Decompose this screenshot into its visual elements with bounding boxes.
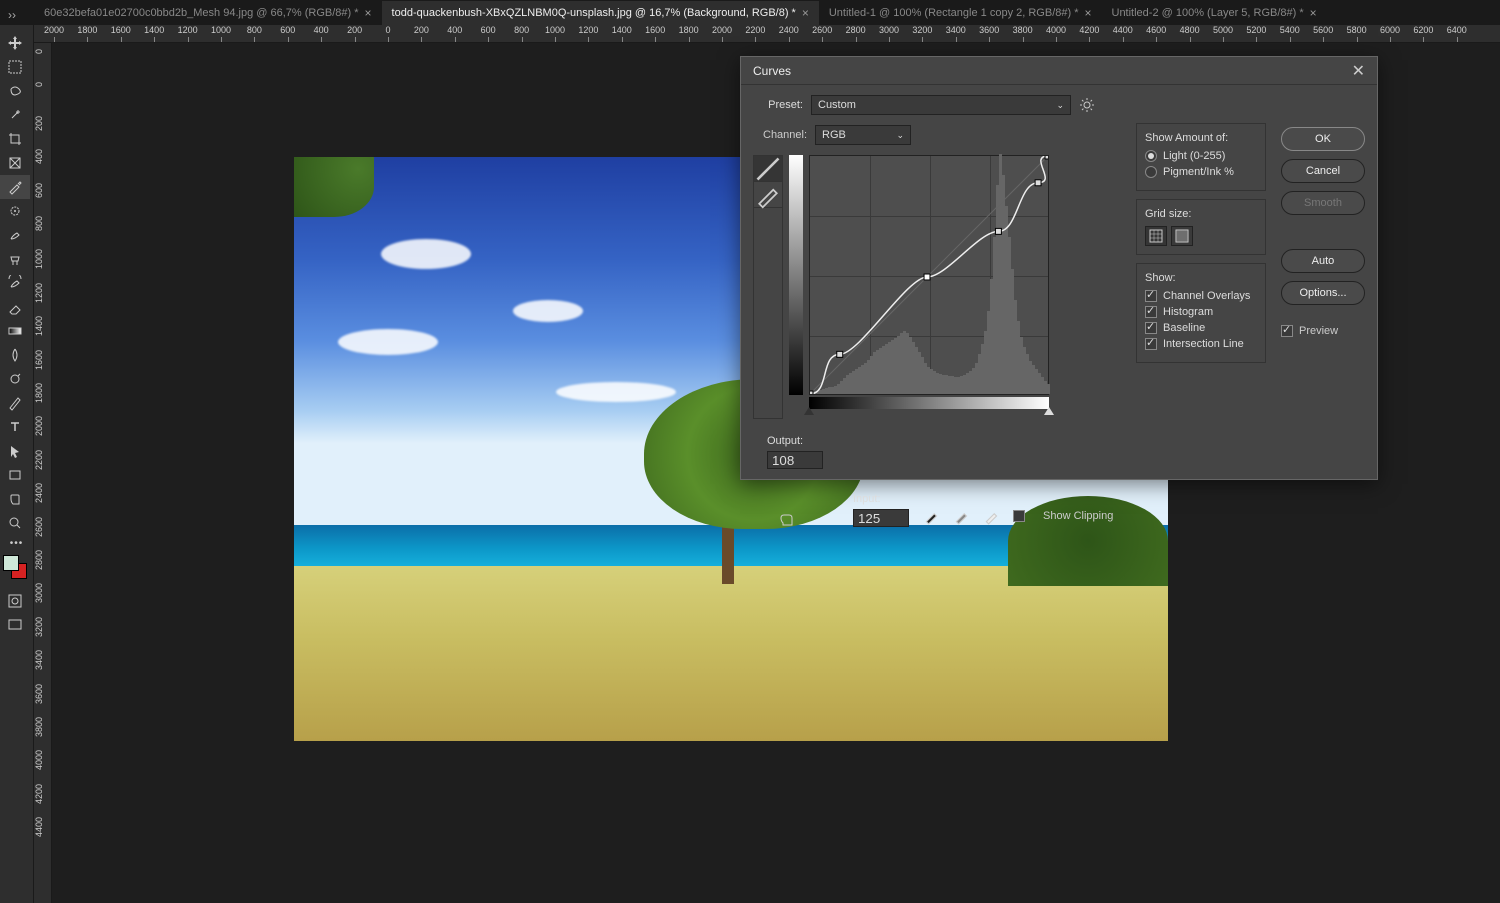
document-tabs: 60e32befa01e02700c0bbd2b_Mesh 94.jpg @ 6… (34, 0, 1500, 25)
path-select-tool[interactable] (0, 439, 30, 463)
clone-tool[interactable] (0, 247, 30, 271)
input-gradient (809, 397, 1049, 409)
history-brush-tool[interactable] (0, 271, 30, 295)
hand-tool[interactable] (0, 487, 30, 511)
document-tab[interactable]: Untitled-1 @ 100% (Rectangle 1 copy 2, R… (819, 1, 1102, 25)
frame-tool[interactable] (0, 151, 30, 175)
smooth-button[interactable]: Smooth (1281, 191, 1365, 215)
dialog-title: Curves (753, 64, 791, 78)
curve-pencil-tool[interactable] (754, 182, 782, 208)
gray-eyedropper-icon[interactable] (953, 507, 971, 525)
expand-panels-icon[interactable]: ›› (8, 8, 16, 22)
show-option-checkbox[interactable] (1145, 338, 1157, 350)
foreground-color[interactable] (3, 555, 19, 571)
preset-label: Preset: (753, 99, 803, 111)
toolbox: ••• (0, 25, 34, 903)
close-icon[interactable]: ✕ (1352, 61, 1365, 81)
document-tab[interactable]: 60e32befa01e02700c0bbd2b_Mesh 94.jpg @ 6… (34, 1, 382, 25)
zoom-tool[interactable] (0, 511, 30, 535)
input-field[interactable] (853, 509, 909, 527)
show-label: Show: (1145, 272, 1257, 284)
eyedropper-tool[interactable] (0, 175, 30, 199)
show-clipping-label: Show Clipping (1043, 510, 1113, 522)
crop-tool[interactable] (0, 127, 30, 151)
blur-tool[interactable] (0, 343, 30, 367)
input-label: Input: (853, 493, 881, 505)
output-field[interactable] (767, 451, 823, 469)
document-tab[interactable]: Untitled-2 @ 100% (Layer 5, RGB/8#) *× (1102, 1, 1327, 25)
document-tab[interactable]: todd-quackenbush-XBxQZLNBM0Q-unsplash.jp… (382, 1, 819, 25)
pigment-radio[interactable] (1145, 166, 1157, 178)
grid-10x10-button[interactable] (1171, 226, 1193, 246)
eraser-tool[interactable] (0, 295, 30, 319)
grid-size-label: Grid size: (1145, 208, 1257, 220)
rectangle-tool[interactable] (0, 463, 30, 487)
move-tool[interactable] (0, 31, 30, 55)
screen-mode-icon[interactable] (0, 613, 30, 637)
curve-point-tool[interactable] (754, 156, 782, 182)
spot-heal-tool[interactable] (0, 199, 30, 223)
ok-button[interactable]: OK (1281, 127, 1365, 151)
black-point-slider[interactable] (804, 407, 814, 415)
lasso-tool[interactable] (0, 79, 30, 103)
gear-icon[interactable] (1079, 97, 1095, 113)
brush-tool[interactable] (0, 223, 30, 247)
type-tool[interactable] (0, 415, 30, 439)
close-icon[interactable]: × (802, 6, 809, 20)
white-point-slider[interactable] (1044, 407, 1054, 415)
pen-tool[interactable] (0, 391, 30, 415)
curves-dialog: Curves ✕ Preset: Custom⌄ Channel: RGB⌄ (740, 56, 1378, 480)
white-eyedropper-icon[interactable] (983, 507, 1001, 525)
output-gradient (789, 155, 803, 395)
output-label: Output: (767, 435, 803, 447)
cancel-button[interactable]: Cancel (1281, 159, 1365, 183)
color-swatches[interactable] (3, 555, 31, 583)
magic-wand-tool[interactable] (0, 103, 30, 127)
channel-label: Channel: (763, 129, 807, 141)
curve-grid[interactable] (809, 155, 1049, 395)
preset-dropdown[interactable]: Custom⌄ (811, 95, 1071, 115)
quick-mask-icon[interactable] (0, 589, 30, 613)
show-clipping-checkbox[interactable] (1013, 510, 1025, 522)
show-option-checkbox[interactable] (1145, 290, 1157, 302)
edit-toolbar-icon[interactable]: ••• (3, 538, 31, 549)
horizontal-ruler: 2000180016001400120010008006004002000200… (34, 25, 1500, 43)
scrubby-slider-icon[interactable] (777, 511, 797, 532)
show-option-checkbox[interactable] (1145, 322, 1157, 334)
options-button[interactable]: Options... (1281, 281, 1365, 305)
show-amount-label: Show Amount of: (1145, 132, 1257, 144)
dodge-tool[interactable] (0, 367, 30, 391)
vertical-ruler: 0020040060080010001200140016001800200022… (34, 43, 52, 903)
grid-4x4-button[interactable] (1145, 226, 1167, 246)
rect-marquee-tool[interactable] (0, 55, 30, 79)
preview-checkbox[interactable] (1281, 325, 1293, 337)
gradient-tool[interactable] (0, 319, 30, 343)
close-icon[interactable]: × (1310, 6, 1317, 20)
light-radio[interactable] (1145, 150, 1157, 162)
channel-dropdown[interactable]: RGB⌄ (815, 125, 911, 145)
close-icon[interactable]: × (365, 6, 372, 20)
input-sliders[interactable] (809, 409, 1049, 419)
auto-button[interactable]: Auto (1281, 249, 1365, 273)
dialog-titlebar[interactable]: Curves ✕ (741, 57, 1377, 85)
show-option-checkbox[interactable] (1145, 306, 1157, 318)
close-icon[interactable]: × (1084, 6, 1091, 20)
black-eyedropper-icon[interactable] (923, 507, 941, 525)
